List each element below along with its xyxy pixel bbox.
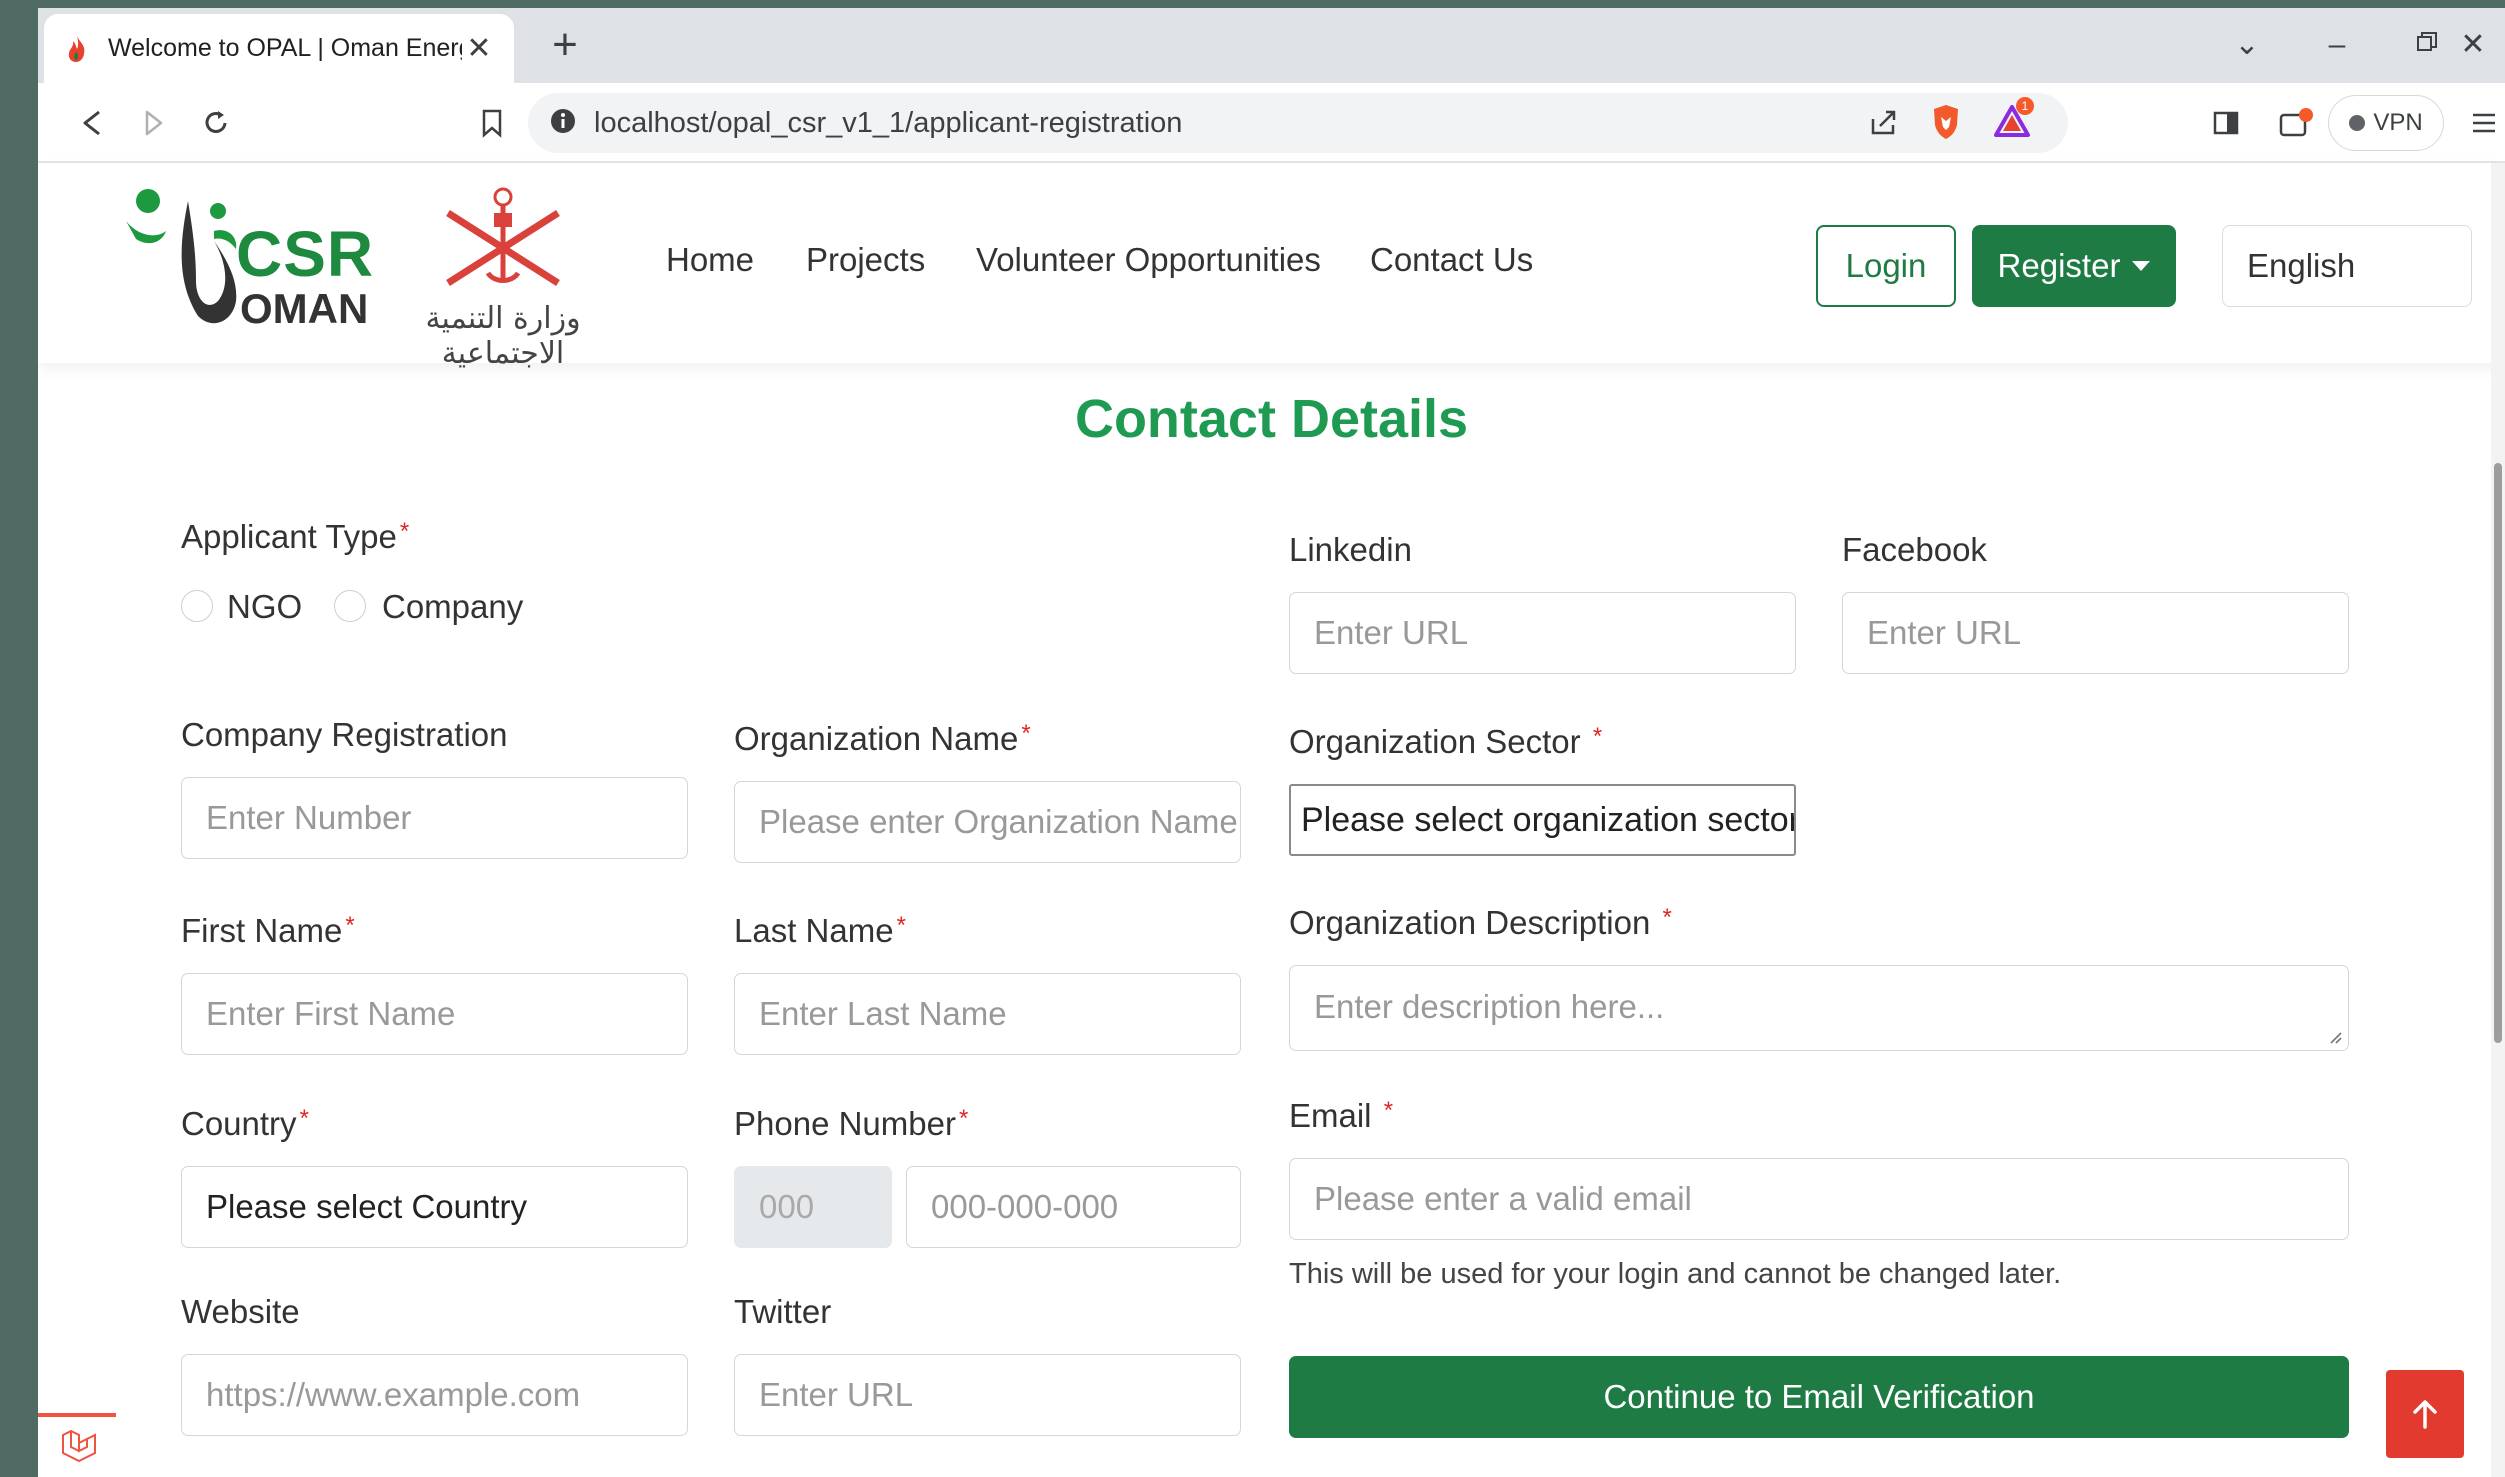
facebook-label: Facebook [1842, 531, 1987, 568]
email-label: Email * [1289, 1097, 1394, 1134]
new-tab-button[interactable]: + [538, 18, 592, 72]
facebook-input[interactable]: Enter URL [1842, 592, 2349, 674]
nav-home[interactable]: Home [666, 241, 754, 279]
first-name-label: First Name * [181, 912, 355, 949]
company-registration-label: Company Registration [181, 716, 508, 753]
scroll-thumb[interactable] [2494, 463, 2502, 1043]
caret-down-icon [2132, 261, 2151, 271]
tab-search-chevron-icon[interactable]: ⌄ [2222, 20, 2272, 70]
site-header: CSR OMAN وزارة التنمية الاجتماعية Home P… [38, 163, 2505, 371]
wallet-icon[interactable] [2270, 97, 2322, 149]
last-name-label: Last Name * [734, 912, 906, 949]
back-to-top-button[interactable] [2386, 1370, 2464, 1458]
language-select[interactable]: English [2222, 225, 2472, 307]
bookmark-icon[interactable] [466, 97, 518, 149]
country-label: Country * [181, 1105, 309, 1142]
arrow-up-icon [2413, 1400, 2437, 1429]
reload-icon[interactable] [190, 97, 242, 149]
logo-text-csr: CSR [236, 218, 375, 290]
site-info-icon[interactable] [550, 108, 576, 139]
brave-shield-icon[interactable] [1930, 103, 1962, 146]
close-tab-icon[interactable]: ✕ [462, 31, 496, 66]
organization-sector-label: Organization Sector * [1289, 723, 1603, 760]
nav-contact-us[interactable]: Contact Us [1370, 241, 1533, 279]
organization-description-label: Organization Description * [1289, 904, 1672, 941]
sidebar-toggle-icon[interactable] [2200, 97, 2252, 149]
vpn-label: VPN [2373, 109, 2423, 136]
debugbar-badge[interactable] [38, 1413, 116, 1477]
website-label: Website [181, 1293, 300, 1330]
notification-count-badge: 1 [2016, 97, 2034, 115]
company-registration-input[interactable]: Enter Number [181, 777, 688, 859]
linkedin-input[interactable]: Enter URL [1289, 592, 1796, 674]
browser-toolbar: localhost/opal_csr_v1_1/applicant-regist… [38, 83, 2505, 163]
laravel-icon [62, 1429, 96, 1463]
page-scrollbar[interactable] [2491, 163, 2505, 1477]
organization-description-textarea[interactable]: Enter description here... [1289, 965, 2349, 1051]
twitter-label: Twitter [734, 1293, 832, 1330]
twitter-input[interactable]: Enter URL [734, 1354, 1241, 1436]
linkedin-label: Linkedin [1289, 531, 1412, 568]
restore-window-icon[interactable] [2402, 20, 2452, 70]
radio-ngo[interactable] [181, 590, 213, 622]
first-name-input[interactable]: Enter First Name [181, 973, 688, 1055]
resize-grip-icon[interactable] [2326, 1028, 2342, 1044]
organization-name-input[interactable]: Please enter Organization Name [734, 781, 1241, 863]
login-button[interactable]: Login [1816, 225, 1956, 307]
back-icon[interactable] [66, 97, 118, 149]
khanjar-emblem-icon [446, 187, 560, 286]
last-name-input[interactable]: Enter Last Name [734, 973, 1241, 1055]
flame-icon [62, 34, 92, 64]
register-button[interactable]: Register [1972, 225, 2176, 307]
country-select[interactable]: Please select Country [181, 1166, 688, 1248]
brave-rewards-icon[interactable]: 1 [1994, 97, 2034, 146]
tab-title: Welcome to OPAL | Oman Energy [108, 34, 462, 62]
vpn-status-icon [2349, 115, 2366, 131]
radio-ngo-label[interactable]: NGO [227, 588, 302, 626]
share-icon[interactable] [1868, 107, 1898, 142]
phone-number-label: Phone Number * [734, 1105, 969, 1142]
forward-icon[interactable] [128, 97, 180, 149]
nav-volunteer-opportunities[interactable]: Volunteer Opportunities [976, 241, 1321, 279]
continue-email-verification-button[interactable]: Continue to Email Verification [1289, 1356, 2349, 1438]
organization-description-placeholder: Enter description here... [1314, 988, 1665, 1025]
website-input[interactable]: https://www.example.com [181, 1354, 688, 1436]
minimize-window-icon[interactable]: – [2312, 20, 2362, 70]
tab-strip: Welcome to OPAL | Oman Energy ✕ + ⌄ – ✕ [38, 8, 2505, 83]
page-title: Contact Details [1074, 389, 1469, 449]
logo-text-oman: OMAN [240, 285, 369, 332]
radio-company-label[interactable]: Company [382, 588, 523, 626]
menu-icon[interactable] [2458, 97, 2505, 149]
email-input[interactable]: Please enter a valid email [1289, 1158, 2349, 1240]
emblem-caption: وزارة التنمية الاجتماعية [425, 301, 581, 371]
browser-tab-active[interactable]: Welcome to OPAL | Oman Energy ✕ [44, 14, 514, 83]
radio-company[interactable] [334, 590, 366, 622]
ministry-emblem: وزارة التنمية الاجتماعية [408, 183, 598, 371]
phone-prefix-input[interactable]: 000 [734, 1166, 892, 1248]
organization-name-label: Organization Name * [734, 720, 1031, 757]
nav-projects[interactable]: Projects [806, 241, 925, 279]
address-bar[interactable]: localhost/opal_csr_v1_1/applicant-regist… [528, 93, 2068, 153]
email-hint: This will be used for your login and can… [1289, 1258, 2062, 1290]
vpn-button[interactable]: VPN [2328, 95, 2444, 151]
register-label: Register [1997, 247, 2121, 284]
browser-window: Welcome to OPAL | Oman Energy ✕ + ⌄ – ✕ … [38, 8, 2505, 1477]
url-text: localhost/opal_csr_v1_1/applicant-regist… [594, 106, 1183, 139]
csr-oman-logo[interactable]: CSR OMAN [118, 181, 378, 341]
phone-number-input[interactable]: 000-000-000 [906, 1166, 1241, 1248]
close-window-icon[interactable]: ✕ [2448, 20, 2498, 70]
organization-sector-select[interactable]: Please select organization sector [1289, 784, 1796, 856]
applicant-type-label: Applicant Type * [181, 518, 410, 555]
